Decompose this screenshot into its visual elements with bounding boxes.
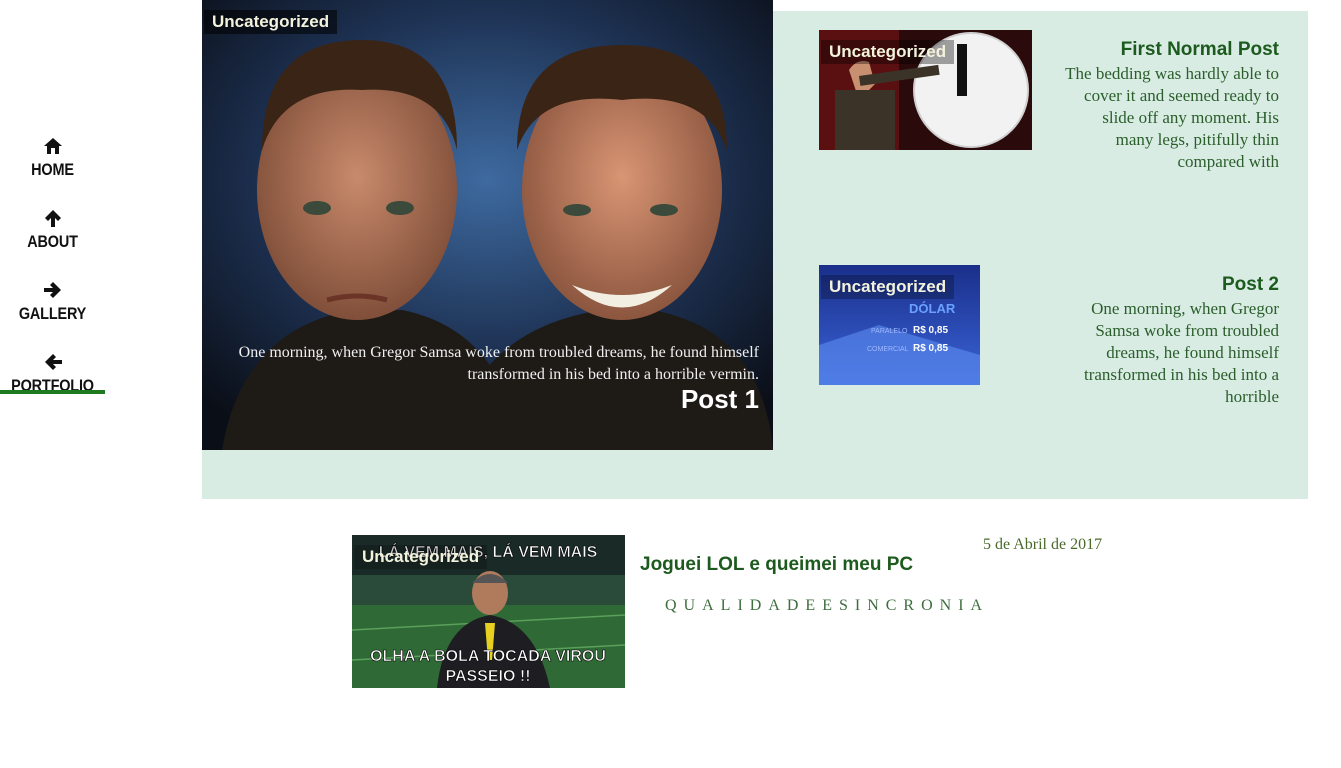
nav-label-home: HOME bbox=[31, 160, 74, 179]
svg-text:R$ 0,85: R$ 0,85 bbox=[913, 325, 948, 336]
side-post-title[interactable]: Post 2 bbox=[1222, 274, 1279, 296]
nav-item-portfolio[interactable]: PORTFOLIO bbox=[0, 352, 105, 418]
latest-post-tag[interactable]: QUALIDADEESINCRONIA bbox=[665, 597, 989, 615]
nav-label-about: ABOUT bbox=[27, 232, 78, 251]
svg-text:PARALELO: PARALELO bbox=[871, 328, 908, 335]
meme-bottom-text-1: OLHA A BOLA TOCADA VIROU bbox=[370, 648, 606, 665]
category-badge[interactable]: Uncategorized bbox=[821, 40, 955, 64]
nav-active-indicator bbox=[0, 390, 105, 394]
arrow-right-icon bbox=[0, 280, 105, 304]
dolar-heading: DÓLAR bbox=[909, 301, 956, 316]
arrow-up-icon bbox=[0, 208, 105, 232]
arrow-left-icon bbox=[0, 352, 105, 376]
nav-item-gallery[interactable]: GALLERY bbox=[0, 280, 105, 346]
hero-title[interactable]: Post 1 bbox=[681, 384, 759, 415]
hero-excerpt: One morning, when Gregor Samsa woke from… bbox=[238, 344, 759, 383]
hero-post[interactable]: Uncategorized One morning, when Gregor S… bbox=[202, 0, 773, 450]
meme-bottom-text-2: PASSEIO !! bbox=[445, 668, 530, 685]
home-icon bbox=[0, 136, 105, 160]
post-thumbnail[interactable]: DÓLAR PARALELO R$ 0,85 COMERCIAL R$ 0,85… bbox=[819, 265, 980, 385]
nav-item-home[interactable]: HOME bbox=[0, 136, 105, 202]
side-post[interactable]: DÓLAR PARALELO R$ 0,85 COMERCIAL R$ 0,85… bbox=[819, 265, 1279, 425]
post-thumbnail[interactable]: Uncategorized bbox=[819, 30, 1032, 150]
svg-text:COMERCIAL: COMERCIAL bbox=[867, 346, 909, 353]
side-post-excerpt: The bedding was hardly able to cover it … bbox=[1065, 64, 1279, 171]
side-post-excerpt: One morning, when Gregor Samsa woke from… bbox=[1084, 299, 1279, 406]
latest-post-thumbnail[interactable]: LÁ VEM MAIS, LÁ VEM MAIS OLHA A BOLA TOC… bbox=[352, 535, 625, 688]
category-badge[interactable]: Uncategorized bbox=[821, 275, 955, 299]
latest-post-date: 5 de Abril de 2017 bbox=[983, 536, 1103, 553]
latest-post-title[interactable]: Joguei LOL e queimei meu PC bbox=[640, 554, 913, 576]
nav-label-gallery: GALLERY bbox=[18, 304, 87, 323]
side-post-title[interactable]: First Normal Post bbox=[1121, 39, 1279, 61]
category-badge[interactable]: Uncategorized bbox=[204, 10, 338, 34]
category-badge[interactable]: Uncategorized bbox=[354, 545, 488, 569]
sidebar-nav: HOME ABOUT GALLERY PORTFOLIO bbox=[0, 130, 105, 418]
svg-text:R$ 0,85: R$ 0,85 bbox=[913, 343, 948, 354]
nav-item-about[interactable]: ABOUT bbox=[0, 208, 105, 274]
side-post[interactable]: Uncategorized First Normal Post The bedd… bbox=[819, 30, 1279, 190]
